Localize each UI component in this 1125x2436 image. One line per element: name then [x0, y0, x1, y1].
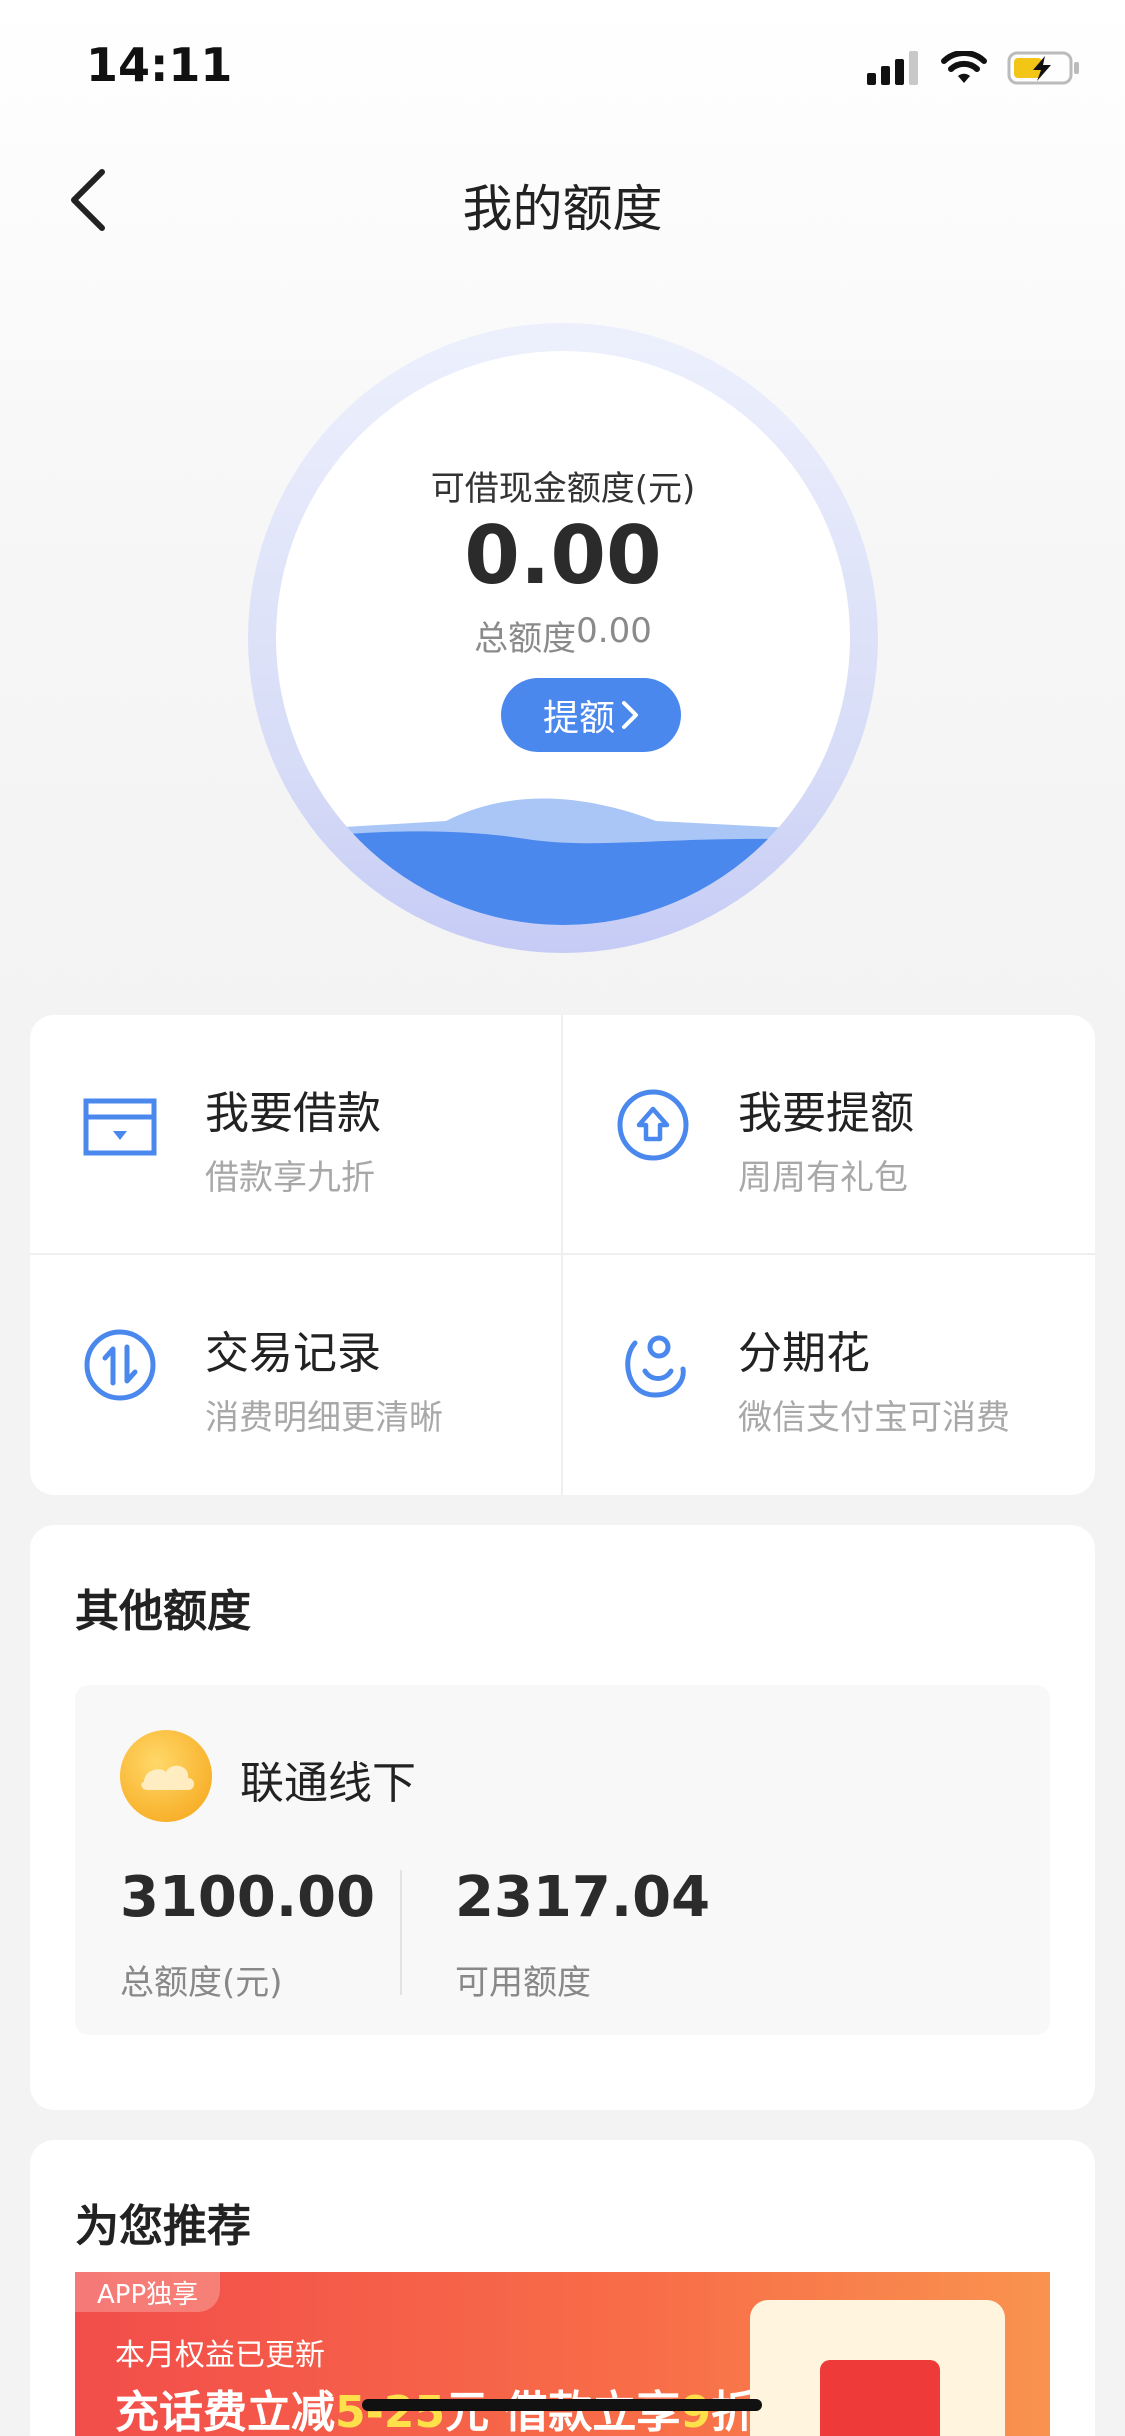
promo-banner[interactable]: APP独享 本月权益已更新 充话费立减5-25元 借款立享9折 5-25 — [75, 2272, 1050, 2436]
grid-divider-vertical — [561, 1015, 563, 1495]
banner-line1: 本月权益已更新 — [115, 2338, 325, 2373]
wifi-icon — [941, 51, 987, 83]
banner-text-c: 折 — [711, 2387, 756, 2436]
offline-credit-item[interactable]: 联通线下 3100.00 总额度(元) 2317.04 可用额度 — [75, 1685, 1050, 2035]
total-amount-label: 总额度(元) — [120, 1963, 283, 2003]
chevron-right-icon — [622, 701, 638, 729]
status-bar: 14:11 — [0, 0, 1125, 135]
provider-name: 联通线下 — [240, 1758, 416, 1809]
battery-charging-icon — [1007, 51, 1079, 85]
cash-limit-value: 0.00 — [464, 509, 662, 602]
grid-divider-horizontal — [30, 1253, 1095, 1255]
banner-text-b: 元 借款立享 — [445, 2387, 681, 2436]
total-limit-value: 0.00 — [576, 611, 652, 651]
nav-bar: 我的额度 — [0, 135, 1125, 265]
other-credit-title: 其他额度 — [75, 1586, 251, 1637]
coupon-value: 5-25 — [820, 2360, 940, 2436]
banner-highlight-1: 5-25 — [335, 2387, 446, 2436]
installment-subtitle: 微信支付宝可消费 — [738, 1398, 1010, 1438]
status-time: 14:11 — [86, 38, 233, 92]
raise-limit-label: 提额 — [542, 698, 615, 739]
recommend-card: 为您推荐 APP独享 本月权益已更新 充话费立减5-25元 借款立享9折 5-2… — [30, 2140, 1095, 2436]
transactions-subtitle: 消费明细更清晰 — [205, 1398, 443, 1438]
available-amount-label: 可用额度 — [455, 1963, 591, 2003]
recommend-title: 为您推荐 — [75, 2201, 251, 2252]
banner-highlight-2: 9 — [680, 2387, 712, 2436]
transactions-entry[interactable]: 交易记录 消费明细更清晰 — [30, 1255, 562, 1495]
home-indicator — [362, 2399, 762, 2411]
action-grid: 我要借款 借款享九折 我要提额 周周有礼包 交易记录 消费明细更清晰 分期花 微… — [30, 1015, 1095, 1495]
borrow-title: 我要借款 — [205, 1088, 381, 1139]
page-title: 我的额度 — [462, 180, 663, 238]
borrow-subtitle: 借款享九折 — [205, 1158, 375, 1198]
smile-icon — [625, 1335, 686, 1398]
transactions-title: 交易记录 — [205, 1328, 381, 1379]
provider-logo-icon — [120, 1730, 212, 1822]
raise-limit-title: 我要提额 — [738, 1088, 914, 1139]
cloud-icon — [141, 1765, 194, 1790]
raise-arrow-icon — [617, 1089, 689, 1161]
signal-icon — [867, 51, 918, 85]
banner-text-a: 充话费立减 — [115, 2387, 335, 2436]
other-credit-card: 其他额度 联通线下 3100.00 总额度(元) 2317.04 可用额度 — [30, 1525, 1095, 2110]
total-amount: 3100.00 — [120, 1865, 376, 1930]
installment-entry[interactable]: 分期花 微信支付宝可消费 — [563, 1255, 1095, 1495]
borrow-entry[interactable]: 我要借款 借款享九折 — [30, 1015, 562, 1255]
installment-title: 分期花 — [738, 1328, 870, 1379]
total-limit: 总额度 0.00 — [276, 611, 850, 660]
amount-divider — [400, 1870, 402, 1995]
raise-limit-subtitle: 周周有礼包 — [738, 1158, 908, 1198]
gauge-inner: 可借现金额度(元) 0.00 总额度 0.00 提额 — [276, 351, 850, 925]
wallet-icon — [83, 1098, 157, 1156]
cash-limit-label: 可借现金额度(元) — [430, 469, 696, 509]
app-exclusive-badge: APP独享 — [75, 2272, 221, 2312]
raise-limit-button[interactable]: 提额 — [501, 678, 681, 752]
exchange-icon — [84, 1329, 156, 1401]
status-icons — [867, 50, 1081, 86]
raise-limit-entry[interactable]: 我要提额 周周有礼包 — [563, 1015, 1095, 1255]
credit-gauge: 可借现金额度(元) 0.00 总额度 0.00 提额 — [248, 323, 878, 953]
total-limit-prefix: 总额度 — [474, 619, 577, 659]
available-amount: 2317.04 — [455, 1865, 711, 1930]
coupon-graphic: 5-25 — [750, 2300, 1005, 2436]
